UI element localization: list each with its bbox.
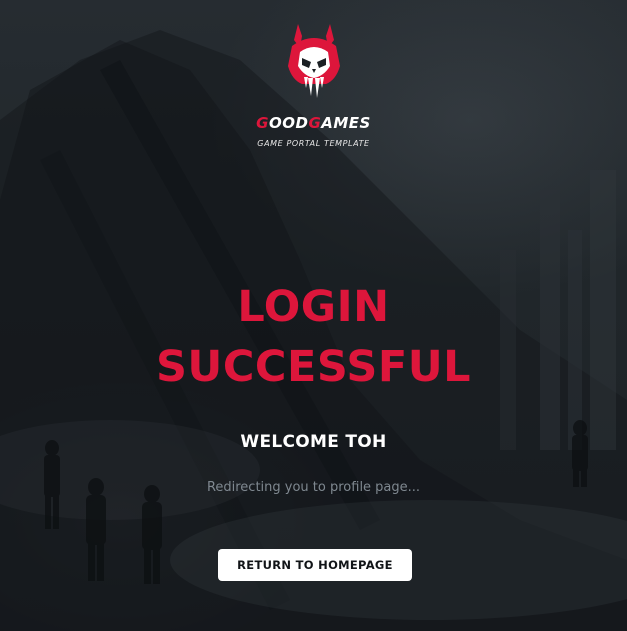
login-success-page: GOODGAMES GAME PORTAL TEMPLATE LOGIN SUC…: [0, 0, 627, 631]
redirect-notice: Redirecting you to profile page...: [206, 480, 421, 495]
brand-letter-g1: G: [256, 114, 269, 132]
brand-part-ames: AMES: [321, 114, 371, 132]
welcome-message: WELCOME TOH: [240, 432, 387, 452]
brand-tagline: GAME PORTAL TEMPLATE: [257, 139, 370, 148]
page-title-line2: SUCCESSFUL: [155, 342, 472, 392]
brand-part-ood: OOD: [268, 114, 309, 132]
logo[interactable]: [0, 22, 627, 102]
return-to-homepage-button[interactable]: RETURN TO HOMEPAGE: [218, 549, 412, 581]
brand-name: GOODGAMES: [0, 114, 627, 132]
brand-letter-g2: G: [308, 114, 322, 132]
skull-helmet-icon: [287, 24, 340, 98]
page-title-line1: LOGIN: [237, 282, 390, 332]
